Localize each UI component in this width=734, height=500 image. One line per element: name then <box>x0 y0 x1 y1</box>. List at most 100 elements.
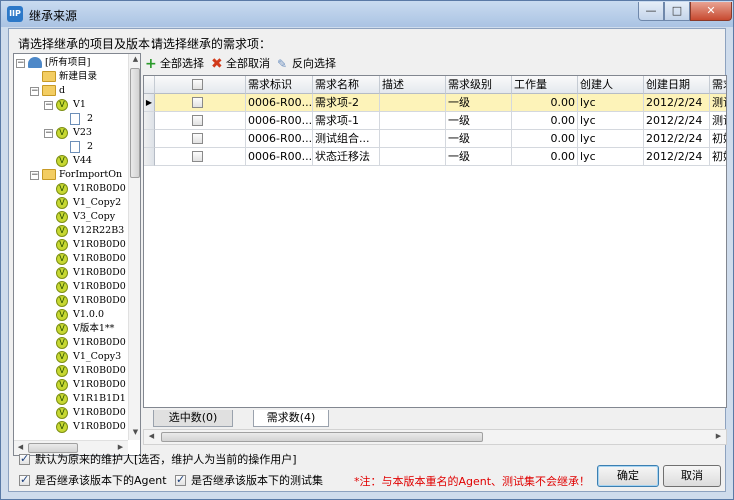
collapse-icon[interactable]: − <box>44 101 53 110</box>
cell-creator[interactable]: lyc <box>578 130 644 148</box>
tree-node[interactable]: V V1R0B0D0 <box>14 294 128 308</box>
tree-node[interactable]: − d <box>14 84 128 98</box>
close-button[interactable]: ✕ <box>690 2 732 21</box>
cell-level[interactable]: 一级 <box>446 112 512 130</box>
scroll-down-icon[interactable]: ▼ <box>129 428 140 436</box>
tree-node[interactable]: V V3_Copy <box>14 210 128 224</box>
select-all-checkbox-header[interactable] <box>155 76 246 94</box>
col-header-workload[interactable]: 工作量 <box>512 76 578 94</box>
tree-node[interactable]: V V1R0B0D0 <box>14 266 128 280</box>
cell-work[interactable]: 0.00 <box>512 112 578 130</box>
cell-level[interactable]: 一级 <box>446 130 512 148</box>
row-checkbox-cell[interactable] <box>155 94 246 112</box>
tab-selected-count[interactable]: 选中数(0) <box>153 410 233 427</box>
cell-work[interactable]: 0.00 <box>512 130 578 148</box>
cell-creator[interactable]: lyc <box>578 112 644 130</box>
cell-name[interactable]: 状态迁移法 <box>313 148 380 166</box>
table-row[interactable]: 0006-R00...测试组合... 一级0.00lyc2012/2/24初始 <box>144 130 726 148</box>
tree-node[interactable]: V V1R0B0D0 <box>14 336 128 350</box>
tree-node[interactable]: − V V23 <box>14 126 128 140</box>
cell-creator[interactable]: lyc <box>578 94 644 112</box>
cell-state[interactable]: 测试 <box>710 112 726 130</box>
project-tree[interactable]: − [所有项目] 新建目录 − d − V V1 2− V V23 2 V V44− ForImportOn… <box>13 53 141 456</box>
minimize-button[interactable]: — <box>638 2 664 21</box>
row-checkbox[interactable] <box>192 115 203 126</box>
title-bar[interactable]: IIP 继承来源 — □ ✕ <box>1 1 733 27</box>
tree-vertical-scrollbar[interactable]: ▲ ▼ <box>128 54 140 440</box>
cell-state[interactable]: 初始 <box>710 148 726 166</box>
cell-name[interactable]: 测试组合... <box>313 130 380 148</box>
tab-requirement-count[interactable]: 需求数(4) <box>253 410 329 427</box>
row-indicator[interactable] <box>144 148 155 166</box>
grid-scroll-left-icon[interactable]: ◀ <box>145 432 158 440</box>
tree-vscroll-thumb[interactable] <box>130 68 140 178</box>
tree-node[interactable]: V V1.0.0 <box>14 308 128 322</box>
tree-node[interactable]: − [所有项目] <box>14 56 128 70</box>
collapse-icon[interactable]: − <box>16 59 25 68</box>
table-row[interactable]: 0006-R00...需求项-1 一级0.00lyc2012/2/24测试 <box>144 112 726 130</box>
col-header-name[interactable]: 需求名称 <box>313 76 380 94</box>
collapse-icon[interactable]: − <box>30 171 39 180</box>
cell-id[interactable]: 0006-R00... <box>246 94 313 112</box>
scroll-right-icon[interactable]: ▶ <box>114 443 127 451</box>
cell-id[interactable]: 0006-R00... <box>246 112 313 130</box>
cell-id[interactable]: 0006-R00... <box>246 130 313 148</box>
ok-button[interactable]: 确定 <box>597 465 659 487</box>
tree-node[interactable]: − ForImportOn <box>14 168 128 182</box>
col-header-creator[interactable]: 创建人 <box>578 76 644 94</box>
row-checkbox-cell[interactable] <box>155 130 246 148</box>
tree-node[interactable]: V V版本1** <box>14 322 128 336</box>
col-header-date[interactable]: 创建日期 <box>644 76 710 94</box>
cell-work[interactable]: 0.00 <box>512 148 578 166</box>
cell-level[interactable]: 一级 <box>446 94 512 112</box>
tree-node[interactable]: V V1R0B0D0 <box>14 182 128 196</box>
row-indicator[interactable]: ▶ <box>144 94 155 112</box>
tree-node[interactable]: V V1R0B0D0 <box>14 378 128 392</box>
tree-node[interactable]: V V1R0B0D0 <box>14 280 128 294</box>
tree-node[interactable]: 2 <box>14 140 128 154</box>
tree-node[interactable]: V V1R0B0D0 <box>14 406 128 420</box>
tree-node[interactable]: V V1R0B0D0 <box>14 420 128 434</box>
maximize-button[interactable]: □ <box>664 2 690 21</box>
cell-name[interactable]: 需求项-2 <box>313 94 380 112</box>
cell-date[interactable]: 2012/2/24 <box>644 148 710 166</box>
table-row[interactable]: 0006-R00...状态迁移法 一级0.00lyc2012/2/24初始 <box>144 148 726 166</box>
cell-desc[interactable] <box>380 130 446 148</box>
requirements-grid[interactable]: 需求标识 需求名称 描述 需求级别 工作量 创建人 创建日期 需求 ▶0006-… <box>143 75 727 408</box>
row-checkbox[interactable] <box>192 151 203 162</box>
cell-work[interactable]: 0.00 <box>512 94 578 112</box>
cell-state[interactable]: 初始 <box>710 130 726 148</box>
header-checkbox[interactable] <box>192 79 203 90</box>
tree-node[interactable]: V V44 <box>14 154 128 168</box>
cell-date[interactable]: 2012/2/24 <box>644 112 710 130</box>
collapse-icon[interactable]: − <box>30 87 39 96</box>
grid-horizontal-scrollbar[interactable]: ◀ ▶ <box>143 429 727 445</box>
tree-node[interactable]: V V1_Copy3 <box>14 350 128 364</box>
tree-node[interactable]: V V1R1B1D1 <box>14 392 128 406</box>
tree-node[interactable]: V V12R22B3 <box>14 224 128 238</box>
col-header-desc[interactable]: 描述 <box>380 76 446 94</box>
row-indicator[interactable] <box>144 112 155 130</box>
row-indicator[interactable] <box>144 130 155 148</box>
tree-node[interactable]: V V1R0B0D0 <box>14 364 128 378</box>
cell-desc[interactable] <box>380 148 446 166</box>
cell-date[interactable]: 2012/2/24 <box>644 130 710 148</box>
cell-creator[interactable]: lyc <box>578 148 644 166</box>
tree-node[interactable]: 2 <box>14 112 128 126</box>
cell-desc[interactable] <box>380 112 446 130</box>
cell-id[interactable]: 0006-R00... <box>246 148 313 166</box>
row-checkbox-cell[interactable] <box>155 112 246 130</box>
cell-level[interactable]: 一级 <box>446 148 512 166</box>
tree-node[interactable]: 新建目录 <box>14 70 128 84</box>
tree-node[interactable]: − V V1 <box>14 98 128 112</box>
tree-node[interactable]: V V1R0B0D0 <box>14 252 128 266</box>
row-checkbox[interactable] <box>192 133 203 144</box>
cell-date[interactable]: 2012/2/24 <box>644 94 710 112</box>
scroll-up-icon[interactable]: ▲ <box>129 55 140 63</box>
scroll-left-icon[interactable]: ◀ <box>14 443 27 451</box>
grid-scroll-right-icon[interactable]: ▶ <box>712 432 725 440</box>
tree-node[interactable]: V V1R0B0D0 <box>14 238 128 252</box>
collapse-icon[interactable]: − <box>44 129 53 138</box>
grid-hscroll-thumb[interactable] <box>161 432 483 442</box>
row-checkbox-cell[interactable] <box>155 148 246 166</box>
